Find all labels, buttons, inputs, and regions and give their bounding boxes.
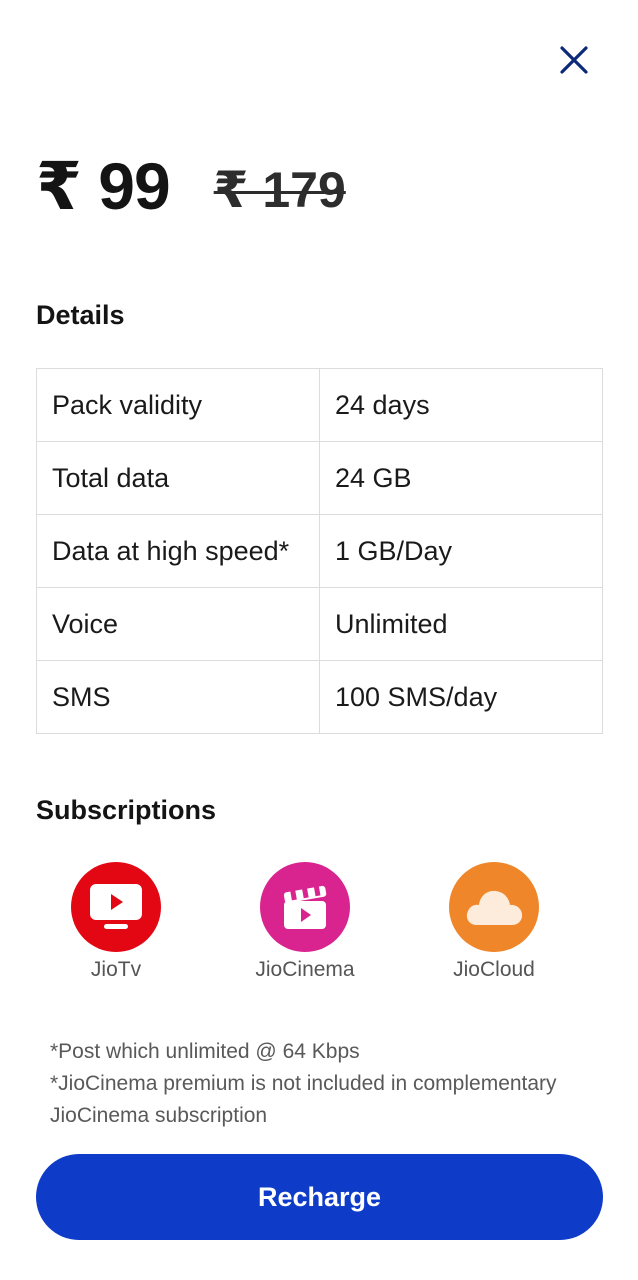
row-label: Pack validity: [36, 368, 320, 442]
price-row: ₹ 99 ₹ 179: [36, 146, 346, 226]
jiocinema-icon: [260, 862, 350, 952]
row-label: SMS: [36, 660, 320, 734]
footnotes: *Post which unlimited @ 64 Kbps *JioCine…: [50, 1036, 610, 1132]
close-icon: [560, 46, 588, 74]
row-label: Voice: [36, 587, 320, 661]
close-button[interactable]: [552, 38, 596, 82]
details-title: Details: [36, 300, 125, 330]
original-price: ₹ 179: [213, 162, 346, 218]
row-label: Data at high speed*: [36, 514, 320, 588]
subscription-jiocinema[interactable]: JioCinema: [215, 862, 395, 982]
recharge-button[interactable]: Recharge: [36, 1154, 603, 1240]
footnote: *JioCinema premium is not included in co…: [50, 1072, 557, 1095]
table-row: Voice Unlimited: [36, 587, 603, 661]
table-row: Data at high speed* 1 GB/Day: [36, 514, 603, 588]
row-value: 24 days: [319, 368, 603, 442]
footnote: *Post which unlimited @ 64 Kbps: [50, 1040, 360, 1063]
current-price: ₹ 99: [36, 148, 171, 223]
row-value: 1 GB/Day: [319, 514, 603, 588]
table-row: Pack validity 24 days: [36, 368, 603, 442]
subscriptions-list: JioTv JioCinema JioCloud: [0, 862, 638, 992]
row-label: Total data: [36, 441, 320, 515]
table-row: Total data 24 GB: [36, 441, 603, 515]
subscription-name: JioTv: [90, 958, 142, 981]
subscription-jiocloud[interactable]: JioCloud: [404, 862, 584, 982]
subscription-name: JioCloud: [453, 958, 535, 981]
row-value: 24 GB: [319, 441, 603, 515]
table-row: SMS 100 SMS/day: [36, 660, 603, 734]
jiotv-icon: [71, 862, 161, 952]
subscription-name: JioCinema: [255, 958, 355, 981]
footnote: JioCinema subscription: [50, 1104, 268, 1127]
subscriptions-title: Subscriptions: [36, 795, 217, 825]
subscription-jiotv[interactable]: JioTv: [26, 862, 206, 982]
row-value: 100 SMS/day: [319, 660, 603, 734]
row-value: Unlimited: [319, 587, 603, 661]
details-table: Pack validity 24 days Total data 24 GB D…: [36, 368, 603, 734]
jiocloud-icon: [449, 862, 539, 952]
